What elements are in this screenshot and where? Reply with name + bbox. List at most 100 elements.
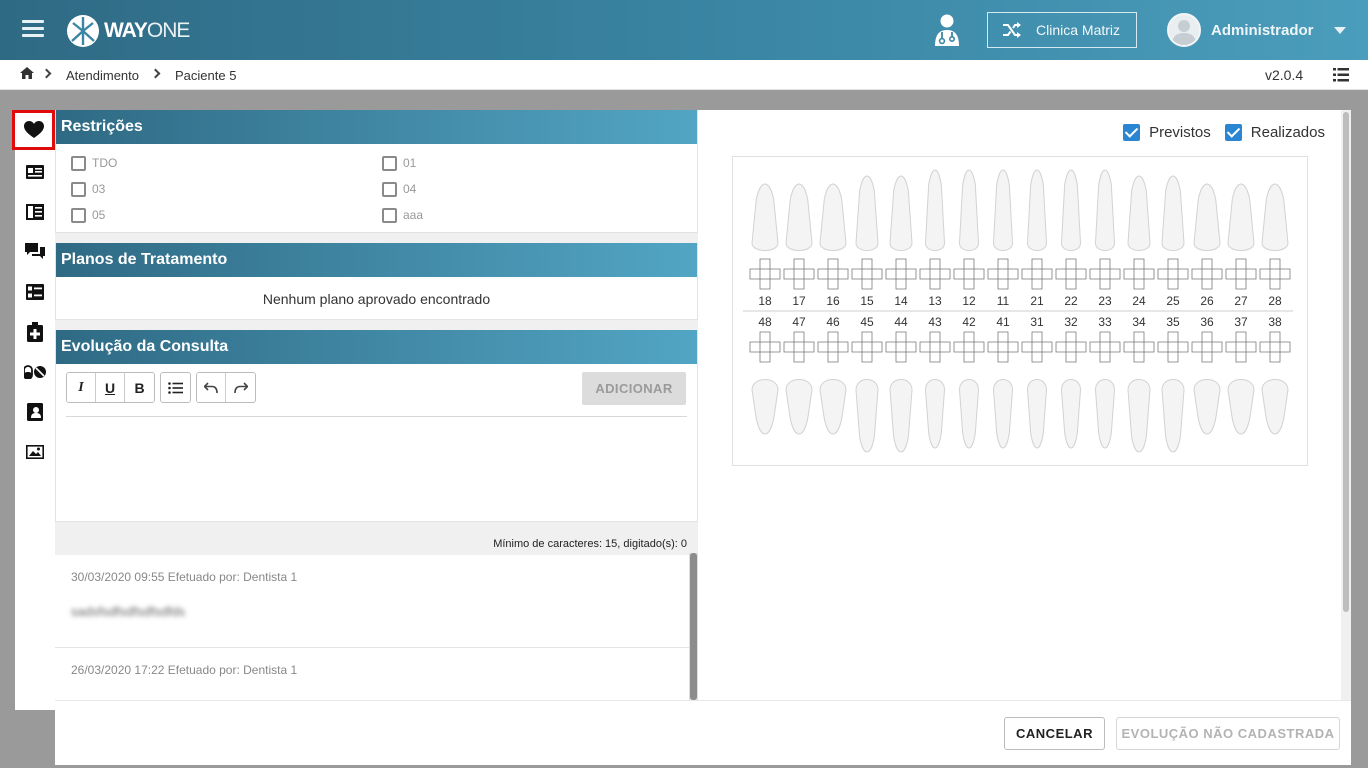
tooth-23[interactable]: [1094, 169, 1116, 251]
tooth-surface-marker-33[interactable]: [1089, 331, 1121, 363]
tooth-surface-marker-45[interactable]: [851, 331, 883, 363]
tooth-surface-marker-27[interactable]: [1225, 258, 1257, 290]
realizados-checkbox[interactable]: Realizados: [1224, 124, 1325, 141]
evolution-text-area[interactable]: [66, 418, 687, 517]
tooth-surface-marker-37[interactable]: [1225, 331, 1257, 363]
tooth-38[interactable]: [1261, 379, 1289, 435]
tooth-surface-marker-26[interactable]: [1191, 258, 1223, 290]
evolution-history-list[interactable]: 30/03/2020 09:55 Efetuado por: Dentista …: [55, 555, 691, 700]
rail-item-medication[interactable]: [15, 352, 55, 392]
tooth-surface-marker-12[interactable]: [953, 258, 985, 290]
tooth-33[interactable]: [1094, 379, 1116, 449]
tooth-surface-marker-14[interactable]: [885, 258, 917, 290]
tooth-surface-marker-34[interactable]: [1123, 331, 1155, 363]
bold-button[interactable]: B: [125, 373, 154, 402]
restriction-checkbox-03[interactable]: 03: [71, 180, 382, 198]
home-icon[interactable]: [20, 67, 34, 80]
tooth-surface-marker-17[interactable]: [783, 258, 815, 290]
tooth-16[interactable]: [819, 183, 847, 251]
bullet-list-button[interactable]: [161, 373, 190, 402]
tooth-45[interactable]: [855, 379, 879, 453]
user-menu[interactable]: Administrador: [1167, 13, 1346, 47]
tooth-surface-marker-36[interactable]: [1191, 331, 1223, 363]
restriction-checkbox-05[interactable]: 05: [71, 206, 382, 224]
tooth-surface-marker-31[interactable]: [1021, 331, 1053, 363]
tooth-42[interactable]: [958, 379, 980, 449]
tooth-surface-marker-32[interactable]: [1055, 331, 1087, 363]
tooth-surface-marker-42[interactable]: [953, 331, 985, 363]
tooth-surface-marker-41[interactable]: [987, 331, 1019, 363]
undo-button[interactable]: [197, 373, 226, 402]
rail-item-patient-card[interactable]: [15, 152, 55, 192]
tooth-47[interactable]: [785, 379, 813, 435]
tooth-surface-marker-15[interactable]: [851, 258, 883, 290]
tooth-surface-marker-44[interactable]: [885, 331, 917, 363]
tooth-26[interactable]: [1193, 183, 1221, 251]
tooth-surface-marker-35[interactable]: [1157, 331, 1189, 363]
add-evolution-button[interactable]: ADICIONAR: [582, 372, 686, 405]
tooth-surface-marker-47[interactable]: [783, 331, 815, 363]
tooth-27[interactable]: [1227, 183, 1255, 251]
breadcrumb-item-paciente[interactable]: Paciente 5: [175, 68, 236, 83]
tooth-22[interactable]: [1060, 169, 1082, 251]
tooth-44[interactable]: [889, 379, 913, 453]
previstos-checkbox[interactable]: Previstos: [1123, 124, 1211, 141]
rail-item-record[interactable]: [15, 192, 55, 232]
rail-item-contacts[interactable]: [15, 392, 55, 432]
redo-button[interactable]: [226, 373, 255, 402]
tooth-31[interactable]: [1026, 379, 1048, 449]
rail-item-prescription[interactable]: [15, 312, 55, 352]
tooth-surface-marker-21[interactable]: [1021, 258, 1053, 290]
rail-item-anamnese[interactable]: [12, 110, 55, 150]
tooth-surface-marker-28[interactable]: [1259, 258, 1291, 290]
tooth-surface-marker-46[interactable]: [817, 331, 849, 363]
tooth-surface-marker-24[interactable]: [1123, 258, 1155, 290]
tooth-surface-marker-25[interactable]: [1157, 258, 1189, 290]
tooth-37[interactable]: [1227, 379, 1255, 435]
restriction-checkbox-04[interactable]: 04: [382, 180, 682, 198]
breadcrumb-item-atendimento[interactable]: Atendimento: [66, 68, 139, 83]
tooth-46[interactable]: [819, 379, 847, 435]
tooth-28[interactable]: [1261, 183, 1289, 251]
tooth-21[interactable]: [1026, 169, 1048, 251]
tooth-24[interactable]: [1127, 175, 1151, 251]
rail-item-images[interactable]: [15, 432, 55, 472]
tooth-43[interactable]: [924, 379, 946, 449]
tooth-15[interactable]: [855, 175, 879, 251]
tooth-32[interactable]: [1060, 379, 1082, 449]
tooth-48[interactable]: [751, 379, 779, 435]
chevron-down-icon[interactable]: [1333, 26, 1346, 34]
rail-item-checklist[interactable]: [15, 272, 55, 312]
tooth-11[interactable]: [992, 169, 1014, 251]
tooth-25[interactable]: [1161, 175, 1185, 251]
tooth-surface-marker-13[interactable]: [919, 258, 951, 290]
restriction-checkbox-01[interactable]: 01: [382, 154, 682, 172]
tooth-13[interactable]: [924, 169, 946, 251]
tooth-41[interactable]: [992, 379, 1014, 449]
tooth-surface-marker-11[interactable]: [987, 258, 1019, 290]
tooth-34[interactable]: [1127, 379, 1151, 453]
rail-item-messages[interactable]: [15, 232, 55, 272]
clinic-switch-button[interactable]: Clinica Matriz: [987, 12, 1137, 48]
tooth-surface-marker-16[interactable]: [817, 258, 849, 290]
tooth-14[interactable]: [889, 175, 913, 251]
tooth-surface-marker-22[interactable]: [1055, 258, 1087, 290]
tooth-surface-marker-43[interactable]: [919, 331, 951, 363]
doctor-icon[interactable]: [932, 13, 962, 47]
tooth-36[interactable]: [1193, 379, 1221, 435]
tooth-surface-marker-48[interactable]: [749, 331, 781, 363]
odontogram-scrollbar[interactable]: [1341, 110, 1351, 700]
history-scrollbar[interactable]: [689, 553, 698, 700]
tooth-surface-marker-38[interactable]: [1259, 331, 1291, 363]
restriction-checkbox-aaa[interactable]: aaa: [382, 206, 682, 224]
hamburger-menu-icon[interactable]: [22, 20, 44, 40]
underline-button[interactable]: U: [96, 373, 125, 402]
tooth-18[interactable]: [751, 183, 779, 251]
tooth-12[interactable]: [958, 169, 980, 251]
wayone-logo[interactable]: WAYONE: [66, 14, 190, 48]
tooth-35[interactable]: [1161, 379, 1185, 453]
tooth-surface-marker-23[interactable]: [1089, 258, 1121, 290]
tooth-surface-marker-18[interactable]: [749, 258, 781, 290]
restriction-checkbox-tdo[interactable]: TDO: [71, 154, 382, 172]
tooth-17[interactable]: [785, 183, 813, 251]
